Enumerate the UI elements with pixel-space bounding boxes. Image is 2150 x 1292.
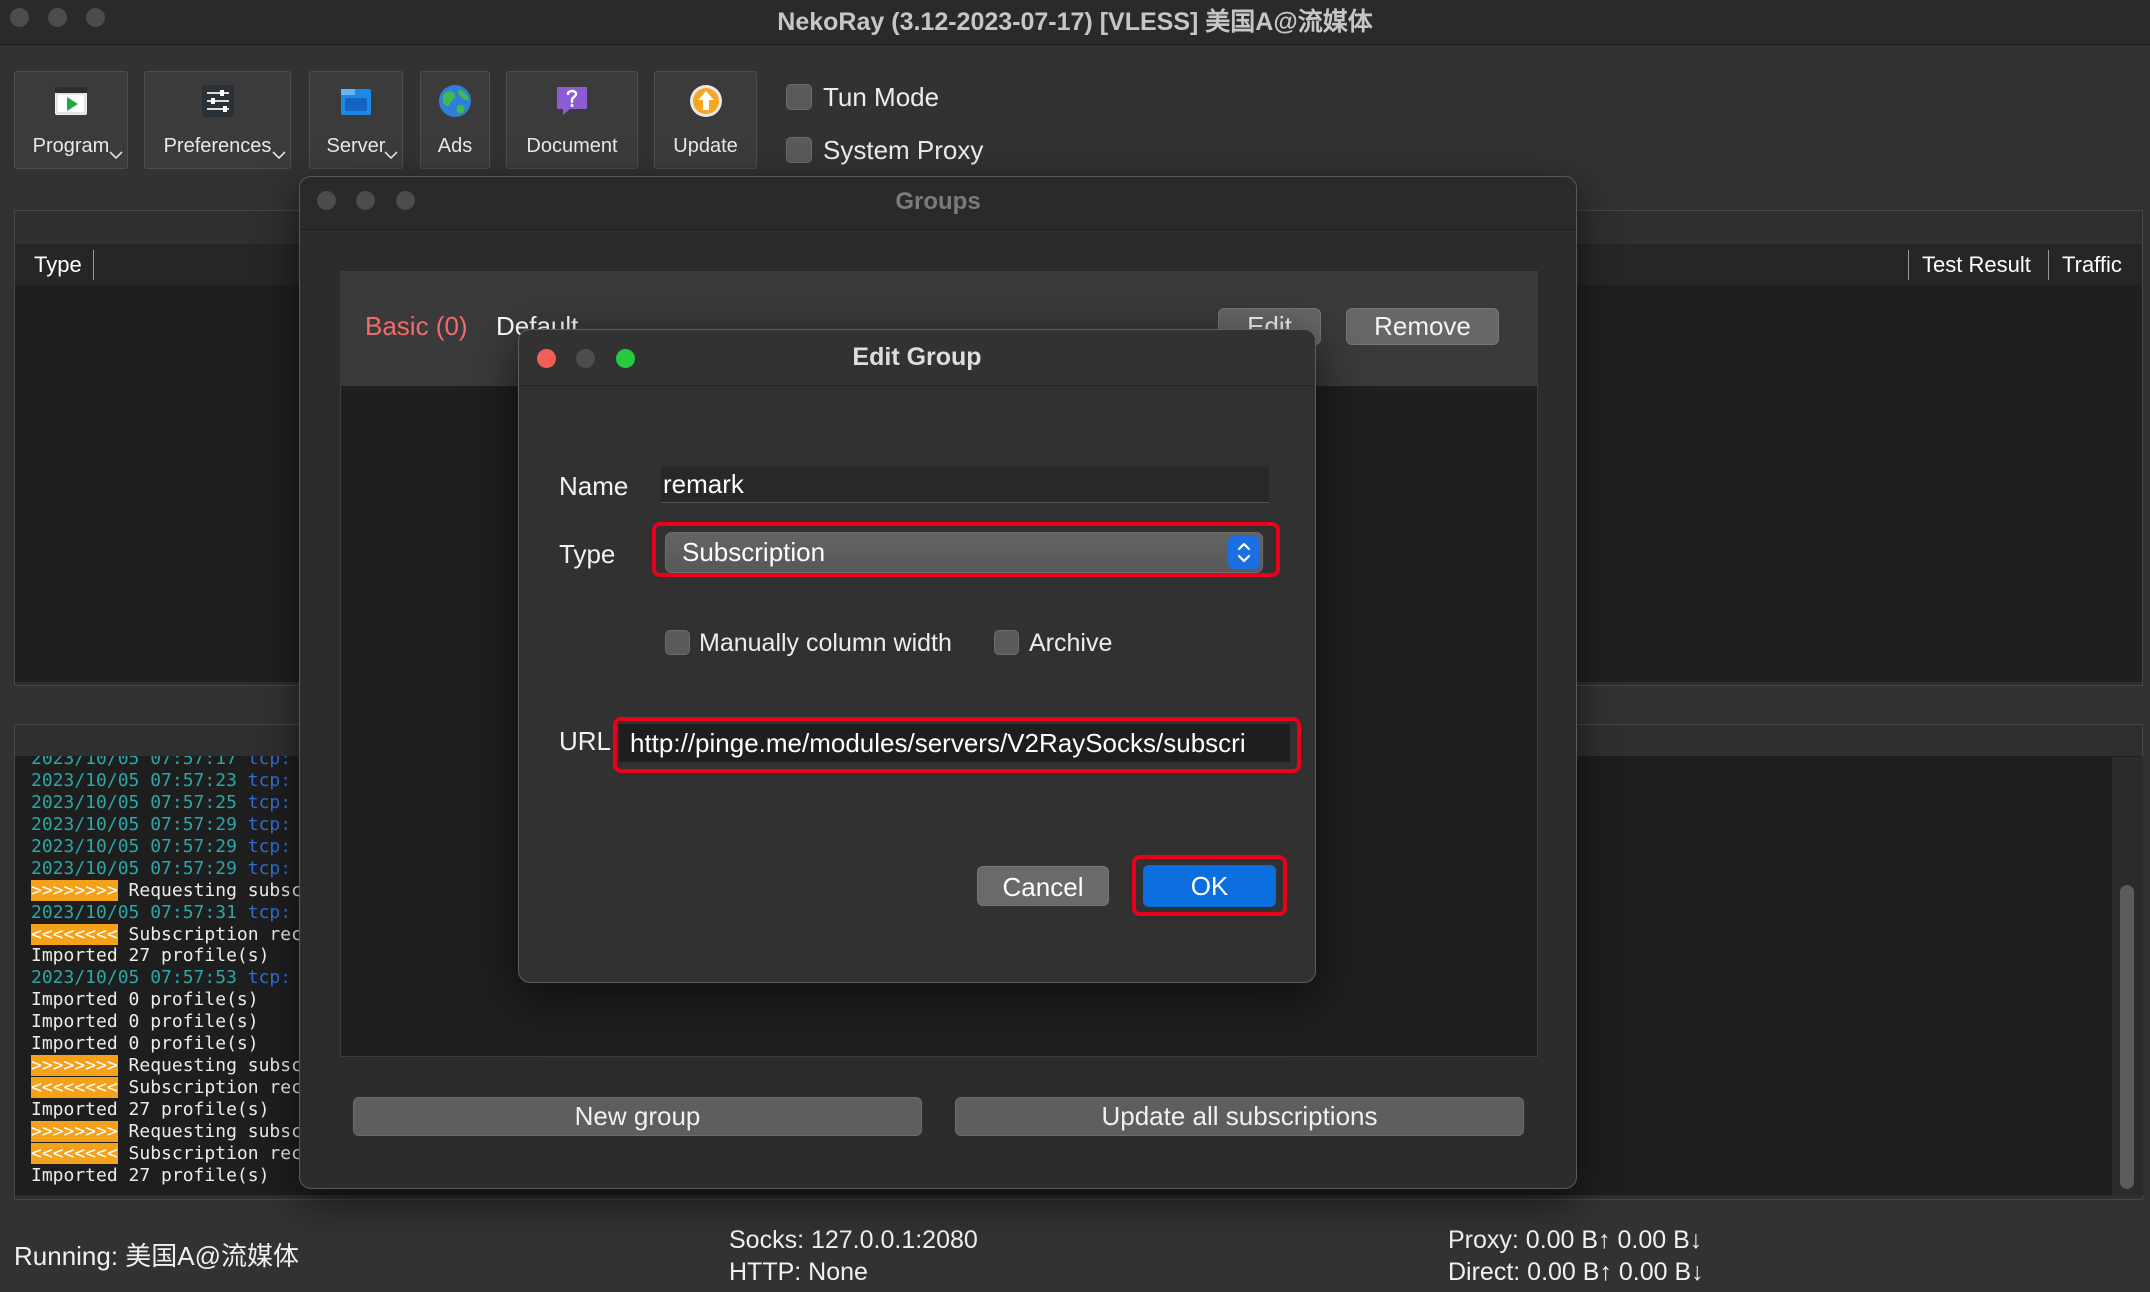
nekoray-main-window: NekoRay (3.12-2023-07-17) [VLESS] 美国A@流媒… [0,0,2150,1292]
log-protocol: tcp: [247,756,292,769]
name-label: Name [559,471,629,501]
log-protocol: tcp: [247,967,292,989]
update-label: Update [673,135,738,157]
column-header-type[interactable]: Type [34,244,82,285]
ads-button[interactable]: Ads [420,71,490,169]
log-time: 2023/10/05 07:57:53 [31,967,237,989]
server-menu-button[interactable]: Server [309,71,403,169]
help-bubble-icon [557,87,587,115]
type-select-value: Subscription [682,537,826,567]
update-button[interactable]: Update [654,71,757,169]
column-divider[interactable] [1908,250,1909,280]
play-window-icon [55,87,87,115]
column-divider[interactable] [2048,250,2049,280]
log-protocol: tcp: [247,791,292,813]
globe-icon [439,85,471,117]
sliders-icon [201,85,234,117]
log-protocol: tcp: [247,769,292,791]
log-message: Requesting subsc [128,879,302,901]
log-message: Imported 27 profile(s) [31,1164,270,1186]
tun-mode-checkbox[interactable] [786,84,812,110]
title-bar: NekoRay (3.12-2023-07-17) [VLESS] 美国A@流媒… [0,0,2150,45]
edit-group-title-bar: Edit Group [519,330,1315,386]
log-message: Imported 27 profile(s) [31,945,270,967]
program-menu-button[interactable]: Program [14,71,128,169]
groups-title: Groups [895,188,981,215]
socks-status: Socks: 127.0.0.1:2080 [729,1226,978,1254]
running-status: Running: 美国A@流媒体 [14,1241,300,1271]
direct-traffic-status: Direct: 0.00 B↑ 0.00 B↓ [1448,1258,1704,1286]
document-label: Document [526,135,618,157]
cancel-button[interactable]: Cancel [977,866,1109,906]
log-protocol: tcp: [247,835,292,857]
remove-group-button[interactable]: Remove [1346,308,1499,345]
column-divider[interactable] [93,250,94,280]
manually-column-width-checkbox[interactable] [665,630,690,655]
update-arrow-icon [689,85,722,117]
manually-column-width-label: Manually column width [699,629,952,657]
log-scrollbar[interactable] [2112,757,2143,1195]
log-time: 2023/10/05 07:57:23 [31,769,237,791]
group-type-tag: Basic (0) [365,311,468,341]
log-time: 2023/10/05 07:57:31 [31,901,237,923]
url-input[interactable] [619,724,1290,762]
column-header-test-result[interactable]: Test Result [1922,244,2031,285]
log-tag: >>>>>>>> [31,879,118,901]
server-box-icon [341,89,371,115]
log-time: 2023/10/05 07:57:17 [31,756,237,769]
ok-button[interactable]: OK [1143,865,1276,907]
log-message: Subscription rec [128,1142,302,1164]
log-scrollbar-thumb[interactable] [2120,885,2134,1189]
log-message: Imported 0 profile(s) [31,1011,259,1033]
type-select[interactable]: Subscription [665,532,1263,573]
url-label: URL [559,726,612,756]
log-message: Requesting subsc [128,1055,302,1077]
system-proxy-checkbox[interactable] [786,137,812,163]
new-group-button[interactable]: New group [353,1097,922,1136]
type-label: Type [559,539,616,569]
chevron-up-down-icon [1237,542,1251,563]
preferences-label: Preferences [163,135,272,157]
archive-label: Archive [1029,629,1113,657]
edit-group-title: Edit Group [852,343,982,371]
log-message: Requesting subsc [128,1120,302,1142]
log-time: 2023/10/05 07:57:29 [31,813,237,835]
document-button[interactable]: Document [506,71,638,169]
name-input[interactable] [661,467,1269,503]
log-time: 2023/10/05 07:57:25 [31,791,237,813]
chevron-down-icon [384,151,398,160]
system-proxy-label: System Proxy [823,135,984,165]
log-message: Imported 27 profile(s) [31,1099,270,1120]
log-protocol: tcp: [247,857,292,879]
chevron-down-icon [109,151,123,160]
update-all-subscriptions-button[interactable]: Update all subscriptions [955,1097,1524,1136]
window-title: NekoRay (3.12-2023-07-17) [VLESS] 美国A@流媒… [777,8,1373,36]
select-stepper-button[interactable] [1228,536,1260,569]
log-protocol: tcp: [247,813,292,835]
chevron-down-icon [272,151,286,160]
proxy-traffic-status: Proxy: 0.00 B↑ 0.00 B↓ [1448,1226,1703,1254]
preferences-menu-button[interactable]: Preferences [144,71,291,169]
archive-checkbox[interactable] [994,630,1019,655]
log-time: 2023/10/05 07:57:29 [31,835,237,857]
log-protocol: tcp: [247,901,292,923]
log-message: Subscription rec [128,923,302,945]
groups-title-bar: Groups [300,177,1576,230]
log-tag: >>>>>>>> [31,1055,118,1077]
log-message: Subscription rec [128,1077,302,1099]
log-message: Imported 0 profile(s) [31,1033,259,1055]
edit-group-dialog: Edit Group Name Type Subscription Manual… [518,329,1316,983]
ads-label: Ads [437,135,473,157]
log-tag: <<<<<<<< [31,1077,118,1099]
log-tag: >>>>>>>> [31,1120,118,1142]
log-message: Imported 0 profile(s) [31,989,259,1011]
tun-mode-label: Tun Mode [823,82,940,112]
log-tag: <<<<<<<< [31,1142,118,1164]
http-status: HTTP: None [729,1258,868,1286]
log-time: 2023/10/05 07:57:29 [31,857,237,879]
log-tag: <<<<<<<< [31,923,118,945]
column-header-traffic[interactable]: Traffic [2062,244,2122,285]
